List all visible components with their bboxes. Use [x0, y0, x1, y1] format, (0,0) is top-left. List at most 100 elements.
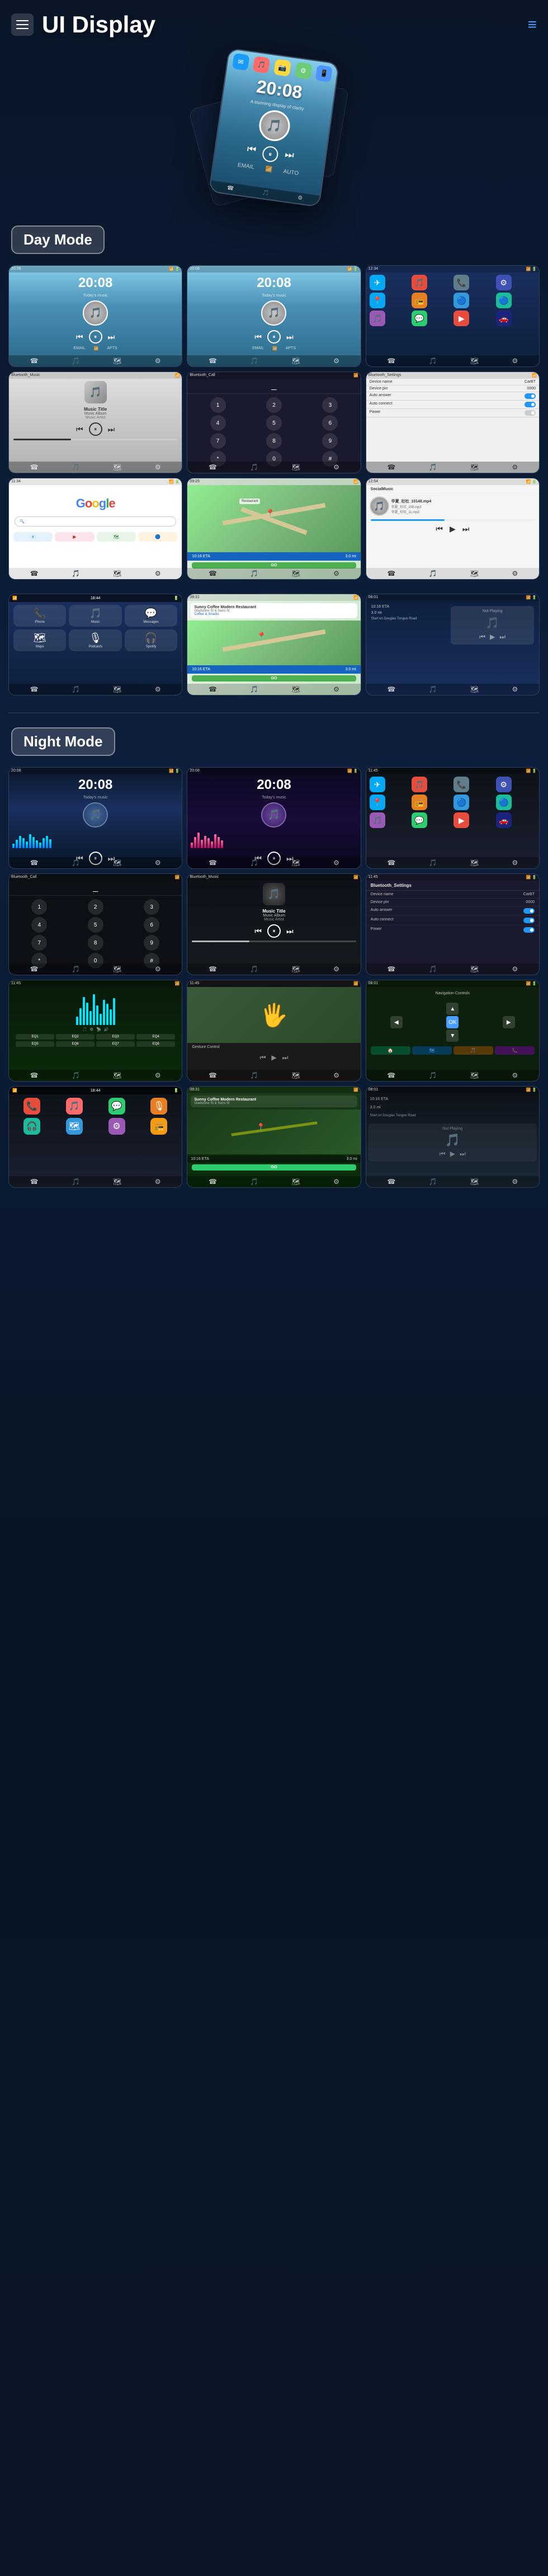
phone-btn-5[interactable]: 5	[266, 415, 282, 431]
night-phone-btn-4[interactable]: 4	[31, 917, 47, 933]
night-app-carplay[interactable]: 🚗	[496, 812, 512, 828]
phone-btn-1[interactable]: 1	[210, 397, 226, 413]
night-hand-next[interactable]: ⏭	[282, 1054, 289, 1062]
night-app-settings[interactable]: ⚙	[496, 777, 512, 792]
night-app-whatsapp[interactable]: 💬	[412, 812, 427, 828]
app-icon-bt[interactable]: 🔵	[496, 293, 512, 308]
night-ios-music[interactable]: 🎵	[66, 1098, 83, 1115]
night-notplaying-next[interactable]: ⏭	[460, 1150, 466, 1158]
night-app-radio[interactable]: 📻	[412, 795, 427, 810]
night-ios-spotify[interactable]: 🎧	[23, 1118, 40, 1135]
app-icon-waze[interactable]: 🔵	[453, 293, 469, 308]
night-notplaying-prev[interactable]: ⏮	[440, 1150, 446, 1158]
night-music-prev[interactable]: ⏮	[254, 927, 262, 936]
night-app-phone[interactable]: 📞	[453, 777, 469, 792]
app-icon-radio[interactable]: 📻	[412, 293, 427, 308]
night-wave-btn-3[interactable]: EQ3	[96, 1034, 135, 1040]
night-music-play-btn[interactable]: ⏸	[267, 924, 281, 938]
night-wave-btn-2[interactable]: EQ2	[56, 1034, 95, 1040]
night-app-maps[interactable]: 📍	[370, 795, 385, 810]
phone-btn-2[interactable]: 2	[266, 397, 282, 413]
night-phone-btn-2[interactable]: 2	[88, 899, 103, 915]
app-icon-music[interactable]: 🎵	[412, 275, 427, 290]
carplay-app-phone[interactable]: 📞 Phone	[13, 605, 66, 627]
night-ios-settings[interactable]: ⚙	[108, 1118, 125, 1135]
notplaying-next[interactable]: ⏭	[499, 633, 506, 641]
night-settings-auto-connect[interactable]: Auto connect	[366, 916, 539, 925]
night-settings-power[interactable]: Power	[366, 925, 539, 934]
carplay-app-podcast[interactable]: 🎙 Podcasts	[69, 629, 121, 651]
hamburger-nav-icon[interactable]: ≡	[528, 16, 537, 34]
night-music-next[interactable]: ⏭	[286, 927, 294, 936]
carplay-app-maps[interactable]: 🗺 Maps	[13, 629, 66, 651]
night-nav-btn-home[interactable]: 🏠	[371, 1046, 410, 1055]
night-app-spotify[interactable]: 🎵	[370, 812, 385, 828]
night-nav-btn-phone[interactable]: 📞	[495, 1046, 535, 1055]
google-shortcut-2[interactable]: ▶	[55, 532, 94, 542]
night-nav-center[interactable]: OK	[446, 1016, 459, 1028]
night-power-toggle[interactable]	[523, 927, 535, 933]
night-wave-btn-5[interactable]: EQ5	[16, 1041, 54, 1047]
phone-btn-3[interactable]: 3	[322, 397, 338, 413]
night-phone-btn-1[interactable]: 1	[31, 899, 47, 915]
google-shortcut-3[interactable]: 🗺	[97, 532, 136, 542]
night-hand-play[interactable]: ▶	[271, 1054, 276, 1062]
night-app-telegram[interactable]: ✈	[370, 777, 385, 792]
night-app-youtube[interactable]: ▶	[453, 812, 469, 828]
google-shortcut-1[interactable]: 📧	[13, 532, 53, 542]
carplay-app-messages[interactable]: 💬 Messages	[125, 605, 177, 627]
night-wave-btn-7[interactable]: EQ7	[96, 1041, 135, 1047]
day-play-btn-1[interactable]: ⏸	[89, 330, 102, 344]
night-auto-answer-toggle[interactable]	[523, 908, 535, 914]
night-go-btn[interactable]: GO	[192, 1164, 356, 1171]
app-icon-whatsapp[interactable]: 💬	[412, 311, 427, 326]
music-play-btn[interactable]: ⏸	[89, 422, 102, 436]
carplay-app-music[interactable]: 🎵 Music	[69, 605, 121, 627]
settings-power-row[interactable]: Power	[366, 409, 539, 417]
night-wave-btn-8[interactable]: EQ8	[136, 1041, 175, 1047]
social-next-btn[interactable]: ⏭	[462, 524, 470, 534]
night-ios-maps[interactable]: 🗺	[66, 1118, 83, 1135]
app-icon-phone[interactable]: 📞	[453, 275, 469, 290]
phone-btn-9[interactable]: 9	[322, 433, 338, 449]
night-phone-btn-3[interactable]: 3	[144, 899, 159, 915]
social-prev-btn[interactable]: ⏮	[436, 524, 443, 534]
coffee-go-btn[interactable]: GO	[192, 675, 356, 681]
night-notplaying-play[interactable]: ▶	[450, 1150, 455, 1158]
night-phone-btn-5[interactable]: 5	[88, 917, 103, 933]
night-nav-down[interactable]: ▼	[446, 1030, 459, 1042]
menu-icon[interactable]	[11, 13, 34, 36]
night-nav-right[interactable]: ▶	[503, 1016, 515, 1028]
app-icon-carplay[interactable]: 🚗	[496, 311, 512, 326]
phone-btn-8[interactable]: 8	[266, 433, 282, 449]
app-icon-youtube[interactable]: ▶	[453, 311, 469, 326]
auto-connect-toggle[interactable]	[525, 402, 536, 407]
app-icon-telegram[interactable]: ✈	[370, 275, 385, 290]
social-play-btn[interactable]: ▶	[450, 524, 456, 534]
night-phone-btn-8[interactable]: 8	[88, 935, 103, 951]
google-shortcut-4[interactable]: 🔵	[138, 532, 177, 542]
settings-auto-answer-row[interactable]: Auto answer	[366, 392, 539, 401]
night-settings-auto-answer[interactable]: Auto answer	[366, 906, 539, 916]
night-nav-left[interactable]: ◀	[390, 1016, 403, 1028]
night-ios-phone[interactable]: 📞	[23, 1098, 40, 1115]
carplay-app-spotify[interactable]: 🎧 Spotify	[125, 629, 177, 651]
night-ios-messages[interactable]: 💬	[108, 1098, 125, 1115]
auto-answer-toggle[interactable]	[525, 393, 536, 399]
night-app-bt2[interactable]: 🔵	[496, 795, 512, 810]
night-phone-btn-6[interactable]: 6	[144, 917, 159, 933]
power-toggle[interactable]	[525, 410, 536, 416]
app-icon-settings[interactable]: ⚙	[496, 275, 512, 290]
app-icon-maps[interactable]: 📍	[370, 293, 385, 308]
night-hand-prev[interactable]: ⏮	[260, 1054, 266, 1062]
night-ios-podcast[interactable]: 🎙	[150, 1098, 167, 1115]
night-app-music[interactable]: 🎵	[412, 777, 427, 792]
phone-btn-7[interactable]: 7	[210, 433, 226, 449]
phone-btn-6[interactable]: 6	[322, 415, 338, 431]
night-app-bt[interactable]: 🔵	[453, 795, 469, 810]
day-play-btn-2[interactable]: ⏸	[267, 330, 281, 344]
phone-btn-4[interactable]: 4	[210, 415, 226, 431]
night-ios-radio[interactable]: 📻	[150, 1118, 167, 1135]
night-phone-btn-7[interactable]: 7	[31, 935, 47, 951]
settings-auto-connect-row[interactable]: Auto connect	[366, 401, 539, 409]
